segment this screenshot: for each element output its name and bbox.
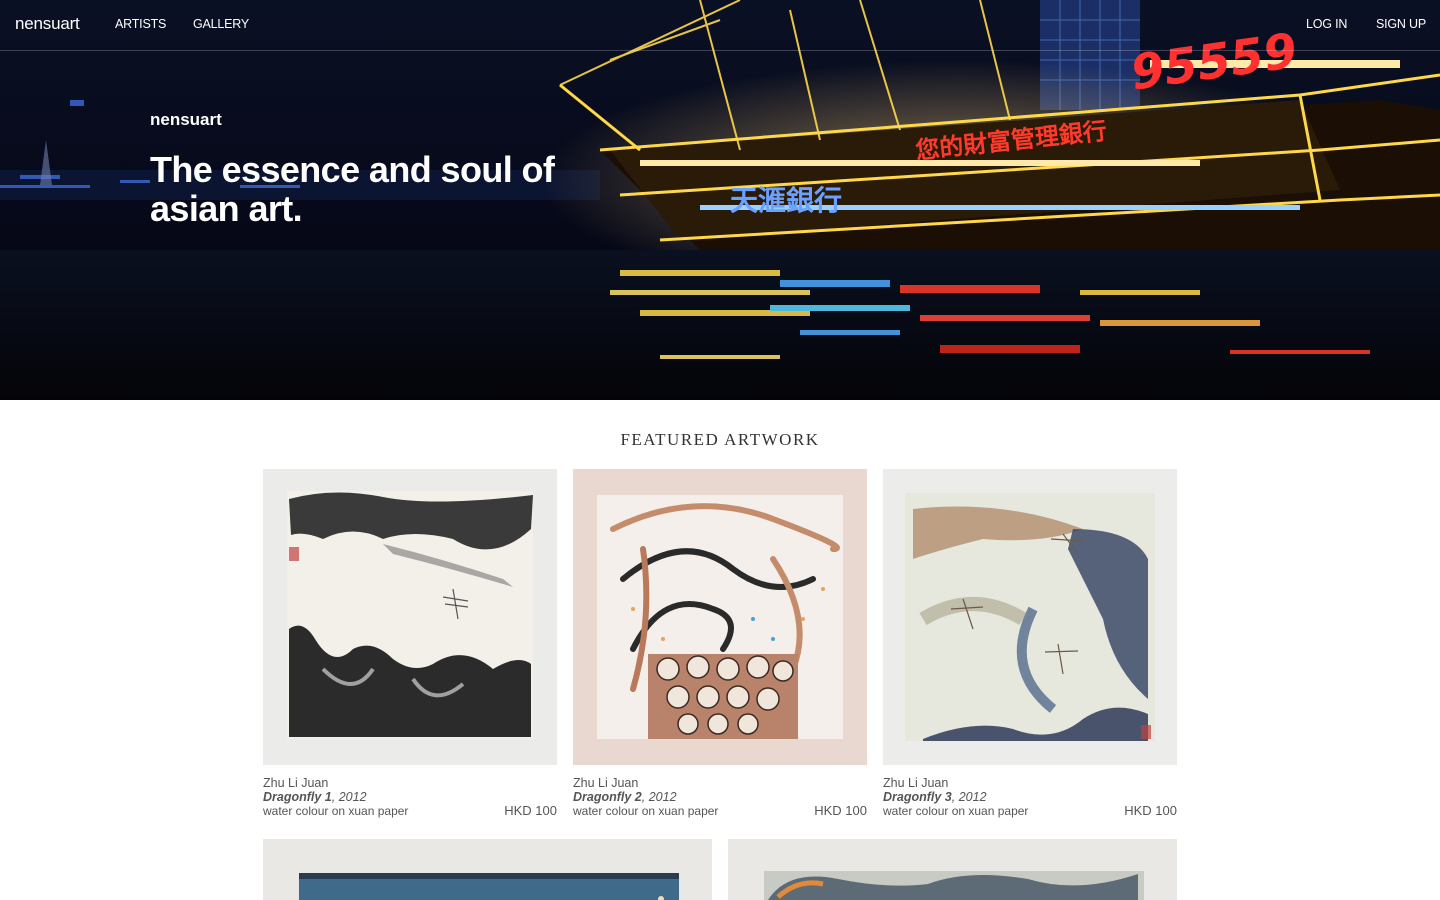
artwork-artist[interactable]: Zhu Li Juan — [883, 776, 948, 790]
top-navigation: nensuart ARTISTS GALLERY LOG IN SIGN UP — [0, 0, 1440, 51]
artwork-card[interactable]: Zhu Li Juan Dragonfly 3, 2012 water colo… — [883, 469, 1177, 824]
artwork-artist[interactable]: Zhu Li Juan — [573, 776, 638, 790]
artwork-year: , 2012 — [951, 790, 987, 804]
artwork-price: HKD 100 — [504, 803, 557, 818]
artwork-medium: water colour on xuan paper — [573, 804, 719, 818]
artwork-meta: Zhu Li Juan Dragonfly 2, 2012 water colo… — [573, 776, 867, 824]
artwork-card[interactable]: Zhu Li Juan Dragonfly 2, 2012 water colo… — [573, 469, 867, 824]
artwork-medium: water colour on xuan paper — [883, 804, 1029, 818]
hero-banner: 95559 您的財富管理銀行 天滙銀行 nensuart ARTISTS GAL… — [0, 0, 1440, 400]
artwork-image[interactable] — [883, 469, 1177, 765]
artwork-card-partial[interactable] — [263, 839, 712, 900]
artwork-card[interactable]: Zhu Li Juan Dragonfly 1, 2012 water colo… — [263, 469, 557, 824]
artwork-image[interactable] — [263, 469, 557, 765]
login-link[interactable]: LOG IN — [1306, 17, 1347, 31]
signup-link[interactable]: SIGN UP — [1376, 17, 1426, 31]
artwork-card-partial[interactable] — [728, 839, 1177, 900]
artwork-meta: Zhu Li Juan Dragonfly 3, 2012 water colo… — [883, 776, 1177, 824]
artwork-meta: Zhu Li Juan Dragonfly 1, 2012 water colo… — [263, 776, 557, 824]
artwork-image[interactable] — [263, 839, 712, 900]
artwork-title: Dragonfly 3, 2012 — [883, 790, 987, 804]
artwork-image[interactable] — [728, 839, 1177, 900]
artwork-title: Dragonfly 1, 2012 — [263, 790, 367, 804]
artwork-year: , 2012 — [331, 790, 367, 804]
ship-sign-text-2: 天滙銀行 — [730, 184, 842, 217]
artwork-image[interactable] — [573, 469, 867, 765]
artwork-medium: water colour on xuan paper — [263, 804, 409, 818]
featured-artwork-heading: FEATURED ARTWORK — [620, 430, 820, 449]
nav-gallery-link[interactable]: GALLERY — [193, 17, 249, 31]
artwork-year: , 2012 — [641, 790, 677, 804]
hero-tagline: The essence and soul of asian art. — [150, 149, 555, 229]
hero-brand-name: nensuart — [150, 110, 222, 129]
artwork-artist[interactable]: Zhu Li Juan — [263, 776, 328, 790]
artwork-title: Dragonfly 2, 2012 — [573, 790, 677, 804]
nav-artists-link[interactable]: ARTISTS — [115, 17, 166, 31]
artwork-price: HKD 100 — [814, 803, 867, 818]
artwork-price: HKD 100 — [1124, 803, 1177, 818]
brand-logo-link[interactable]: nensuart — [15, 14, 80, 34]
artwork-title-text[interactable]: Dragonfly 2 — [573, 790, 642, 804]
artwork-title-text[interactable]: Dragonfly 3 — [883, 790, 952, 804]
artwork-title-text[interactable]: Dragonfly 1 — [263, 790, 332, 804]
